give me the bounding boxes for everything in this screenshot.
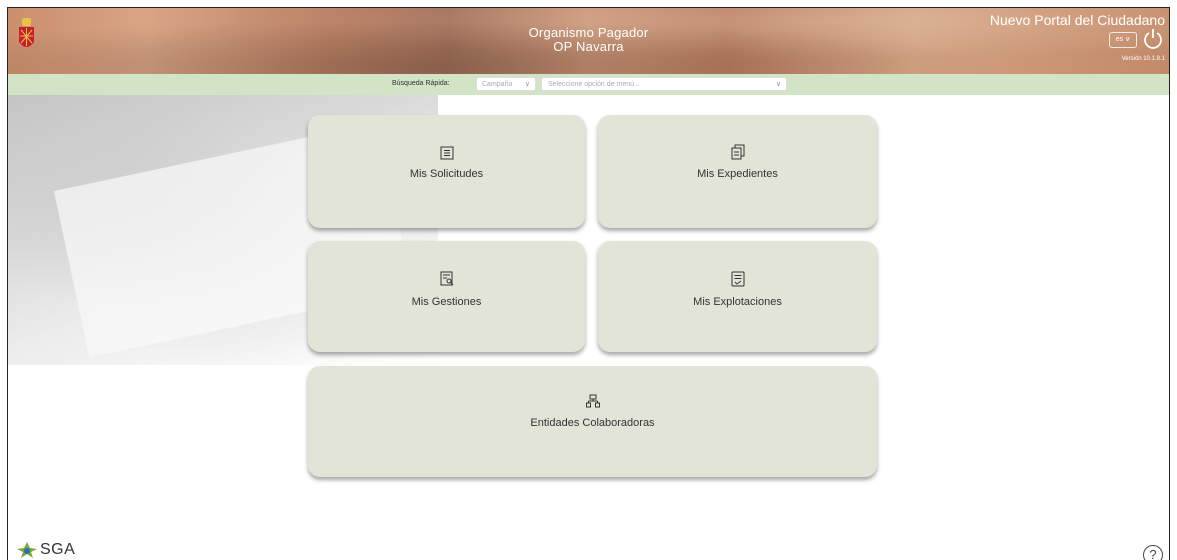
tile-label: Mis Solicitudes [409, 168, 484, 180]
chevron-down-icon: ∨ [1125, 36, 1131, 43]
tile-label: Mis Expedientes [697, 168, 778, 180]
sga-logo-text: SGA [40, 541, 76, 558]
document-lines-icon [598, 271, 877, 292]
sga-logo: SGA [17, 541, 75, 559]
header: Organismo Pagador OP Navarra Nuevo Porta… [8, 8, 1169, 74]
tile-label: Entidades Colaboradoras [530, 417, 655, 429]
chevron-down-icon: ∨ [775, 81, 781, 88]
language-value: es [1115, 36, 1124, 43]
document-search-icon [308, 271, 585, 292]
copy-documents-icon [598, 144, 877, 165]
tile-mis-explotaciones[interactable]: Mis Explotaciones [598, 241, 877, 352]
language-select[interactable]: es ∨ [1109, 32, 1137, 48]
campaign-select[interactable]: Campaña ∨ [476, 77, 536, 91]
tile-label: Mis Gestiones [411, 296, 482, 308]
app-frame: Organismo Pagador OP Navarra Nuevo Porta… [7, 7, 1170, 560]
help-icon[interactable]: ? [1143, 545, 1163, 560]
org-line-1: Organismo Pagador [528, 25, 649, 40]
quick-search-label: Búsqueda Rápida: [392, 80, 450, 87]
power-icon[interactable] [1143, 28, 1163, 50]
quick-search-bar: Búsqueda Rápida: Campaña ∨ Seleccione op… [8, 74, 1169, 95]
tile-mis-gestiones[interactable]: Mis Gestiones [308, 241, 585, 352]
chevron-down-icon: ∨ [524, 81, 530, 88]
campaign-placeholder: Campaña [482, 81, 513, 88]
organization-name: Organismo Pagador OP Navarra [8, 26, 1169, 54]
tile-entidades-colaboradoras[interactable]: Entidades Colaboradoras [308, 366, 877, 477]
org-line-2: OP Navarra [553, 39, 624, 54]
list-icon [308, 146, 585, 165]
tile-mis-solicitudes[interactable]: Mis Solicitudes [308, 115, 585, 228]
version-text: Versión 10.1.8.1 [1121, 56, 1165, 62]
tile-label: Mis Explotaciones [693, 296, 782, 308]
menu-option-select[interactable]: Seleccione opción de menú... ∨ [541, 77, 787, 91]
sga-logo-icon [17, 542, 37, 558]
menu-option-placeholder: Seleccione opción de menú... [548, 81, 640, 88]
hierarchy-icon [308, 394, 877, 413]
portal-title: Nuevo Portal del Ciudadano [989, 12, 1165, 28]
tile-mis-expedientes[interactable]: Mis Expedientes [598, 115, 877, 228]
